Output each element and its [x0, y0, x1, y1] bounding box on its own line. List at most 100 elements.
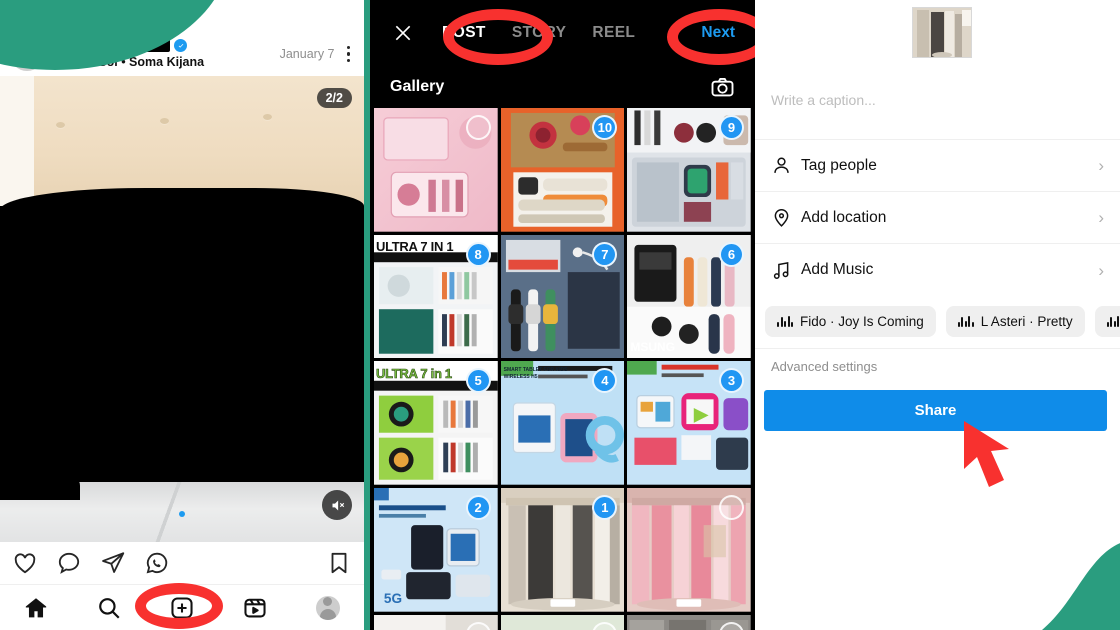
caption-area[interactable]: Write a caption... [755, 70, 1120, 140]
music-suggestion-label: L Asteri · Pretty [980, 313, 1073, 329]
gallery-item[interactable]: MSUNG 6 [627, 234, 751, 359]
selected-post-thumbnail[interactable] [912, 7, 972, 58]
gallery-item[interactable] [627, 614, 751, 630]
close-x-icon[interactable] [390, 20, 416, 46]
gallery-item[interactable] [374, 614, 498, 630]
gallery-source-bar[interactable]: Gallery [370, 66, 755, 108]
audio-wave-icon [1106, 315, 1120, 327]
gallery-grid: 10 9 ULTRA 7 IN 1 8 7 MSUNG 6 ULTRA 7 in 1 5 SMAR… [370, 108, 755, 630]
post-action-row [0, 542, 364, 584]
gallery-item-selection-badge[interactable]: 9 [718, 115, 744, 140]
screenshot-root: ♫ Sauti Sol • Soma Kijana January 7 2/2 [0, 0, 1120, 630]
tab-post[interactable]: POST [442, 24, 486, 42]
gallery-item[interactable]: 10 [500, 108, 625, 232]
comment-icon[interactable] [56, 550, 82, 576]
gallery-item[interactable]: 1 [500, 488, 625, 612]
gallery-item-overlay-text: ULTRA 7 in 1 [376, 366, 453, 382]
caption-input[interactable]: Write a caption... [771, 92, 876, 108]
username-row [52, 38, 280, 53]
gallery-item-overlay-text: SMART TABLET FOR KIDS WIRELESS H5 [503, 367, 568, 380]
nav-search-icon[interactable] [82, 588, 136, 628]
nav-profile-avatar[interactable] [301, 588, 355, 628]
bookmark-icon[interactable] [326, 550, 352, 576]
tag-people-row[interactable]: Tag people › [755, 140, 1120, 192]
post-header: ♫ Sauti Sol • Soma Kijana January 7 [0, 32, 364, 76]
person-icon [771, 155, 801, 176]
nav-reels-icon[interactable] [228, 588, 282, 628]
post-header-texts: ♫ Sauti Sol • Soma Kijana [52, 38, 280, 70]
nav-add-icon[interactable] [155, 588, 209, 628]
bottom-nav [0, 584, 364, 630]
gallery-item[interactable]: ULTRA 7 in 1 5 [374, 361, 498, 486]
next-button[interactable]: Next [701, 24, 735, 42]
gallery-item[interactable]: 7 [500, 234, 625, 359]
share-icon[interactable] [100, 550, 126, 576]
chevron-right-icon: › [1098, 156, 1104, 175]
location-pin-icon [771, 207, 801, 228]
music-suggestion-chip[interactable]: L Asteri · Pretty [945, 305, 1085, 337]
avatar[interactable] [10, 37, 44, 71]
gallery-item[interactable] [627, 488, 751, 612]
speaker-muted-icon[interactable] [322, 490, 352, 520]
gallery-item[interactable]: SMART TABLET FOR KIDS WIRELESS H5 4 [500, 361, 625, 486]
mode-tabs: POST STORY REEL [442, 24, 635, 42]
add-location-label: Add location [801, 208, 887, 226]
gallery-item[interactable] [374, 108, 498, 232]
post-date: January 7 [279, 47, 335, 61]
like-icon[interactable] [12, 550, 38, 576]
music-credit-label: Sauti Sol • Soma Kijana [64, 55, 205, 70]
gallery-item[interactable]: 5G 2 [374, 488, 498, 612]
chevron-right-icon: › [1098, 260, 1104, 280]
add-music-label: Add Music [801, 261, 874, 278]
music-note-icon [771, 260, 801, 281]
tag-people-label: Tag people [801, 156, 877, 174]
gallery-item-selection-badge[interactable]: 7 [592, 241, 618, 267]
gallery-picker-panel: POST STORY REEL Next Gallery 10 9 ULTRA 7 … [370, 0, 755, 630]
music-note-icon: ♫ [52, 56, 61, 69]
music-credit-row[interactable]: ♫ Sauti Sol • Soma Kijana [52, 55, 280, 70]
carousel-dots [179, 511, 185, 517]
instagram-feed-panel: ♫ Sauti Sol • Soma Kijana January 7 2/2 [0, 0, 364, 630]
tab-reel[interactable]: REEL [592, 24, 635, 42]
kebab-menu-icon[interactable] [343, 44, 355, 65]
gallery-item-selection-badge[interactable]: 5 [465, 368, 491, 394]
music-suggestion-chip[interactable]: Fido · Joy Is Coming [765, 305, 936, 337]
gallery-item[interactable] [500, 614, 625, 630]
gallery-item-selection-badge[interactable]: 6 [718, 241, 744, 267]
svg-text:5G: 5G [384, 591, 402, 606]
gallery-item[interactable]: 3 [627, 361, 751, 486]
gallery-item-select-circle[interactable] [718, 495, 744, 521]
gallery-item[interactable]: 9 [627, 108, 751, 232]
gallery-topbar: POST STORY REEL Next [370, 0, 755, 66]
verified-badge-icon [174, 39, 187, 53]
panel-divider [364, 0, 370, 630]
gallery-item-overlay-text: MSUNG [630, 340, 675, 355]
gallery-item-selection-badge[interactable]: 8 [465, 241, 491, 267]
music-suggestion-chips: Fido · Joy Is Coming L Asteri · Pretty [755, 300, 1120, 342]
gallery-item-select-circle[interactable] [465, 115, 491, 140]
audio-wave-icon [957, 315, 974, 327]
add-location-row[interactable]: Add location › [755, 192, 1120, 244]
post-media[interactable]: 2/2 [0, 76, 364, 542]
gallery-label: Gallery [390, 78, 445, 95]
media-redacted-area [0, 188, 364, 488]
advanced-settings-link[interactable]: Advanced settings [771, 359, 877, 374]
music-suggestion-label: Fido · Joy Is Coming [800, 313, 924, 329]
gallery-item[interactable]: ULTRA 7 IN 1 8 [374, 234, 498, 359]
gallery-item-selection-badge[interactable]: 2 [465, 495, 491, 521]
audio-wave-icon [777, 315, 793, 327]
username-redacted [52, 39, 170, 53]
camera-icon[interactable] [710, 75, 735, 100]
whatsapp-icon[interactable] [144, 550, 170, 576]
share-sheet-panel: Write a caption... Tag people › Add loca… [755, 0, 1120, 630]
share-button[interactable]: Share [764, 390, 1107, 431]
tab-story[interactable]: STORY [512, 24, 567, 42]
gallery-item-overlay-text: ULTRA 7 IN 1 [376, 238, 454, 254]
nav-home-icon[interactable] [9, 588, 63, 628]
chevron-right-icon: › [1098, 208, 1104, 227]
carousel-counter: 2/2 [316, 88, 352, 108]
music-suggestion-chip[interactable] [1094, 305, 1120, 337]
media-wall [0, 76, 364, 206]
divider [755, 348, 1120, 349]
add-music-row[interactable]: Add Music › [755, 244, 1120, 296]
